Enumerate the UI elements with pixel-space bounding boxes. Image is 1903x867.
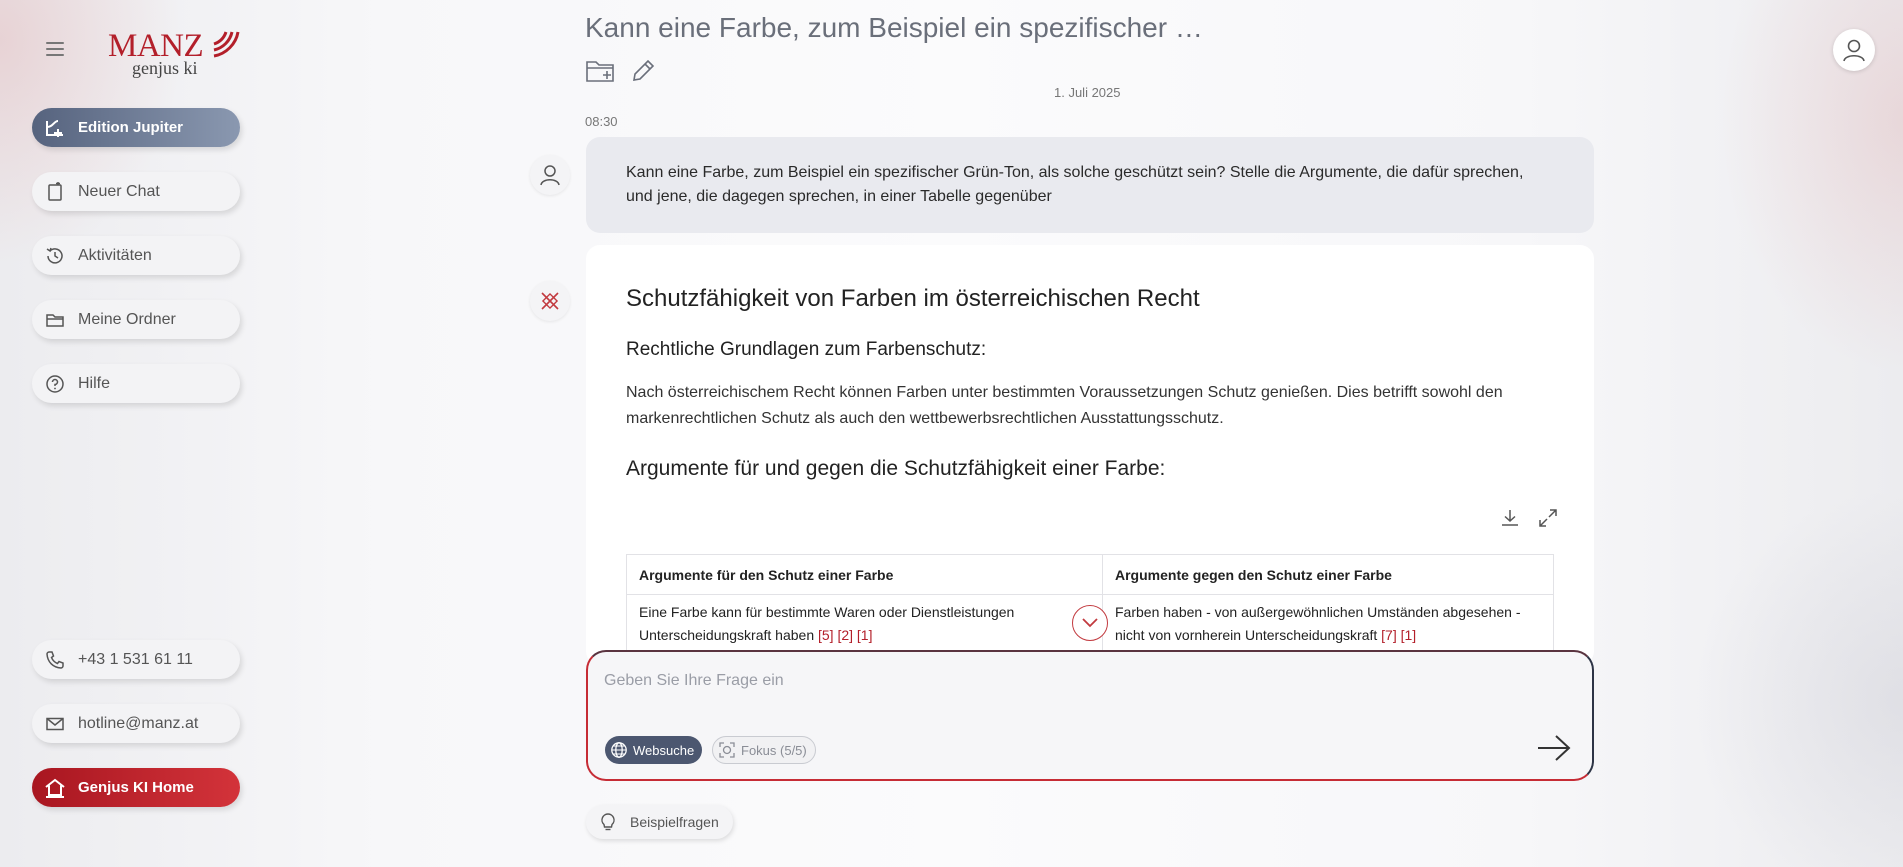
web-search-toggle[interactable]: Websuche	[605, 736, 703, 764]
new-chat-button[interactable]: Neuer Chat	[32, 172, 240, 211]
mail-label: hotline@manz.at	[78, 714, 199, 732]
answer-subheading-arguments: Argumente für und gegen die Schutzfähigk…	[626, 457, 1166, 480]
home-icon	[44, 777, 66, 799]
chat-title: Kann eine Farbe, zum Beispiel ein spezif…	[585, 12, 1203, 43]
table-cell-pro: Eine Farbe kann für bestimmte Waren oder…	[626, 594, 1103, 653]
globe-icon	[609, 740, 629, 760]
assistant-avatar	[530, 281, 570, 321]
help-button[interactable]: Hilfe	[32, 364, 240, 403]
phone-button[interactable]: +43 1 531 61 11	[32, 640, 240, 679]
phone-label: +43 1 531 61 11	[78, 650, 193, 668]
mail-button[interactable]: hotline@manz.at	[32, 704, 240, 743]
help-label: Hilfe	[78, 374, 111, 392]
table-header-row: Argumente für den Schutz einer Farbe Arg…	[626, 554, 1554, 595]
question-input[interactable]	[604, 666, 1504, 696]
user-icon	[1843, 39, 1865, 62]
my-folders-label: Meine Ordner	[78, 310, 176, 328]
arrow-right-icon	[1538, 735, 1571, 761]
help-icon	[44, 373, 66, 395]
user-message: Kann eine Farbe, zum Beispiel ein spezif…	[586, 137, 1594, 233]
edition-jupiter-label: Edition Jupiter	[78, 119, 183, 136]
expand-icon[interactable]	[1536, 506, 1560, 530]
edition-jupiter-button[interactable]: Edition Jupiter	[32, 108, 240, 147]
title-actions	[585, 56, 659, 86]
focus-icon	[717, 740, 737, 760]
new-chat-icon	[44, 181, 66, 203]
mail-icon	[44, 713, 66, 735]
focus-toggle[interactable]: Fokus (5/5)	[712, 736, 816, 764]
profile-button[interactable]	[1833, 29, 1875, 71]
example-questions-button[interactable]: Beispielfragen	[586, 805, 733, 839]
scroll-down-button[interactable]	[1072, 605, 1108, 641]
table-actions	[1498, 506, 1560, 530]
logo-swirl-icon	[213, 31, 240, 58]
activities-button[interactable]: Aktivitäten	[32, 236, 240, 275]
table-header-con: Argumente gegen den Schutz einer Farbe	[1102, 554, 1554, 595]
download-icon[interactable]	[1498, 506, 1522, 530]
send-button[interactable]	[1534, 728, 1574, 768]
logo-subtitle: genjus ki	[132, 58, 198, 78]
phone-icon	[44, 649, 66, 671]
menu-icon[interactable]	[46, 42, 64, 56]
table-header-pro: Argumente für den Schutz einer Farbe	[626, 554, 1103, 595]
genjus-ki-home-button[interactable]: Genjus KI Home	[32, 768, 240, 807]
example-questions-label: Beispielfragen	[630, 814, 719, 830]
jupiter-icon	[44, 117, 66, 139]
pro-citations[interactable]: [5] [2] [1]	[818, 627, 872, 643]
question-composer: Websuche Fokus (5/5)	[586, 650, 1594, 781]
chevron-down-icon	[1082, 618, 1098, 628]
genjus-ki-home-label: Genjus KI Home	[78, 779, 194, 796]
assistant-answer: Schutzfähigkeit von Farben im österreich…	[586, 245, 1594, 665]
con-citations[interactable]: [7] [1]	[1381, 627, 1416, 643]
answer-heading: Schutzfähigkeit von Farben im österreich…	[626, 285, 1200, 312]
my-folders-button[interactable]: Meine Ordner	[32, 300, 240, 339]
web-search-label: Websuche	[633, 742, 695, 758]
con-text: Farben haben - von außergewöhnlichen Ums…	[1115, 603, 1521, 643]
assistant-avatar-icon	[541, 292, 559, 310]
new-chat-label: Neuer Chat	[78, 182, 160, 200]
edit-title-icon[interactable]	[627, 56, 659, 86]
user-avatar	[530, 155, 570, 195]
chat-date: 1. Juli 2025	[1054, 85, 1121, 100]
add-to-folder-icon[interactable]	[585, 56, 617, 86]
manz-logo[interactable]: MANZ genjus ki	[108, 28, 244, 80]
table-cell-con: Farben haben - von außergewöhnlichen Ums…	[1102, 594, 1554, 653]
focus-label: Fokus (5/5)	[741, 742, 807, 758]
history-icon	[44, 245, 66, 267]
activities-label: Aktivitäten	[78, 246, 152, 264]
message-time: 08:30	[585, 114, 618, 129]
answer-paragraph: Nach österreichischem Recht können Farbe…	[626, 384, 1503, 427]
user-avatar-icon	[540, 165, 560, 186]
answer-subheading-basics: Rechtliche Grundlagen zum Farbenschutz:	[626, 339, 987, 360]
folder-icon	[44, 309, 66, 331]
lightbulb-icon	[598, 812, 618, 832]
